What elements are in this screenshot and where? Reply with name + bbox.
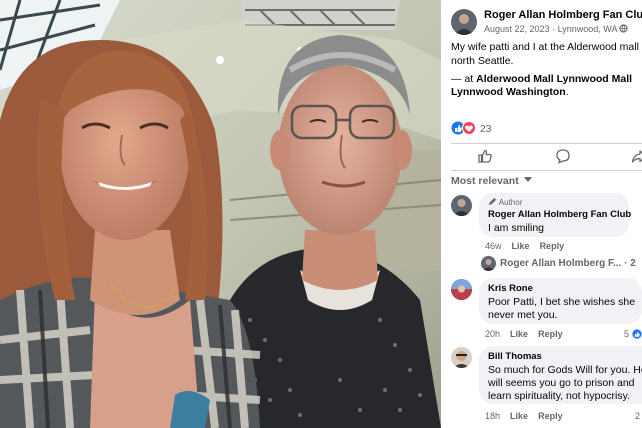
- comment-text-line1: So much for Gods Will for you. He: [488, 364, 642, 376]
- comment-author[interactable]: Roger Allan Holmberg Fan Club: [488, 209, 631, 220]
- comment-bubble: Bill Thomas So much for Gods Will for yo…: [479, 346, 642, 404]
- person-icon: [482, 259, 495, 271]
- person-icon: [453, 351, 470, 368]
- author-badge: Author: [488, 197, 522, 207]
- sort-label: Most relevant: [451, 175, 519, 187]
- post-panel: Roger Allan Holmberg Fan Club August 22,…: [441, 0, 642, 428]
- comment-text-line3: learn spirituality, not hypocrisy.: [488, 390, 631, 402]
- divider-top: [451, 143, 642, 144]
- comment-meta: 46w Like Reply: [485, 241, 564, 251]
- comment-bubble: Author Roger Allan Holmberg Fan Club I a…: [479, 193, 631, 237]
- reply-avatar[interactable]: [481, 256, 496, 271]
- page-name[interactable]: Roger Allan Holmberg Fan Club: [484, 9, 642, 21]
- like-reaction-icon: [631, 329, 642, 339]
- comment-reaction-number: 5: [624, 329, 630, 339]
- post-location[interactable]: Lynnwood, WA: [558, 24, 617, 34]
- comment-text-line1: Poor Patti, I bet she wishes she: [488, 296, 636, 308]
- place-suffix: .: [565, 86, 569, 98]
- post-meta: August 22, 2023 · Lynnwood, WA: [484, 24, 629, 34]
- reply-preview-author: Roger Allan Holmberg F...: [500, 258, 622, 269]
- person-icon: [451, 279, 472, 300]
- divider-bottom: [451, 170, 642, 171]
- comment-button[interactable]: [555, 148, 575, 166]
- comment-author[interactable]: Kris Rone: [488, 283, 533, 294]
- comment-author[interactable]: Bill Thomas: [488, 351, 542, 362]
- post-photo[interactable]: [0, 0, 441, 428]
- comment-time[interactable]: 46w: [485, 241, 502, 251]
- reply-preview[interactable]: Roger Allan Holmberg F... · 2: [500, 258, 636, 269]
- comment-time[interactable]: 20h: [485, 329, 500, 339]
- comment-like-button[interactable]: Like: [510, 329, 528, 339]
- chevron-down-icon: [523, 177, 532, 182]
- post-checkin: — at Alderwood Mall Lynnwood Mall: [451, 73, 632, 85]
- post-checkin-line2: Lynnwood Washington.: [451, 86, 569, 98]
- comment-time[interactable]: 18h: [485, 411, 500, 421]
- place-link-line2[interactable]: Lynnwood Washington: [451, 86, 566, 98]
- comment-meta: 20h Like Reply: [485, 329, 563, 339]
- comment-meta: 18h Like Reply: [485, 411, 563, 421]
- comment-reply-button[interactable]: Reply: [540, 241, 565, 251]
- place-link[interactable]: Alderwood Mall Lynnwood Mall: [476, 73, 632, 85]
- reply-separator: ·: [624, 258, 628, 269]
- comment-avatar[interactable]: [451, 347, 472, 368]
- post-date[interactable]: August 22, 2023: [484, 24, 550, 34]
- like-love-reaction-icon: [451, 121, 476, 135]
- comment-like-button[interactable]: Like: [510, 411, 528, 421]
- at-prefix: — at: [451, 73, 474, 85]
- comment-avatar[interactable]: [451, 279, 472, 300]
- post-text-line2: north Seattle.: [451, 55, 514, 67]
- comment-text-line2: never met you.: [488, 309, 558, 321]
- person-icon: [453, 199, 470, 216]
- comment-reply-button[interactable]: Reply: [538, 411, 563, 421]
- comment-bubble: Kris Rone Poor Patti, I bet she wishes s…: [479, 278, 642, 324]
- like-button[interactable]: [477, 148, 497, 166]
- page-avatar[interactable]: [451, 9, 477, 35]
- comment-reply-button[interactable]: Reply: [538, 329, 563, 339]
- thumbs-up-icon: [478, 149, 492, 163]
- meta-separator: ·: [552, 24, 556, 34]
- comment-reaction-count[interactable]: 2: [635, 411, 640, 421]
- share-button[interactable]: [631, 148, 642, 166]
- person-icon: [454, 14, 474, 35]
- selfie-photo-illustration: [0, 0, 441, 428]
- comment-avatar[interactable]: [451, 195, 472, 216]
- sort-dropdown[interactable]: Most relevant: [451, 175, 532, 187]
- comment-text-line2: will seems you go to prison and: [488, 377, 635, 389]
- reply-preview-count: 2: [630, 258, 636, 269]
- comment-text: I am smiling: [488, 222, 545, 234]
- comment-like-button[interactable]: Like: [512, 241, 530, 251]
- comment-reaction-number: 2: [635, 411, 641, 421]
- comment-icon: [556, 149, 570, 164]
- share-icon: [631, 150, 642, 163]
- globe-icon: [619, 24, 629, 33]
- pen-icon: [488, 197, 497, 206]
- reactions-summary[interactable]: 23: [451, 121, 492, 135]
- author-badge-label: Author: [498, 198, 523, 207]
- comment-reaction-count[interactable]: 5: [624, 329, 642, 339]
- reaction-count: 23: [479, 123, 492, 135]
- post-text-line1: My wife patti and I at the Alderwood mal…: [451, 41, 639, 53]
